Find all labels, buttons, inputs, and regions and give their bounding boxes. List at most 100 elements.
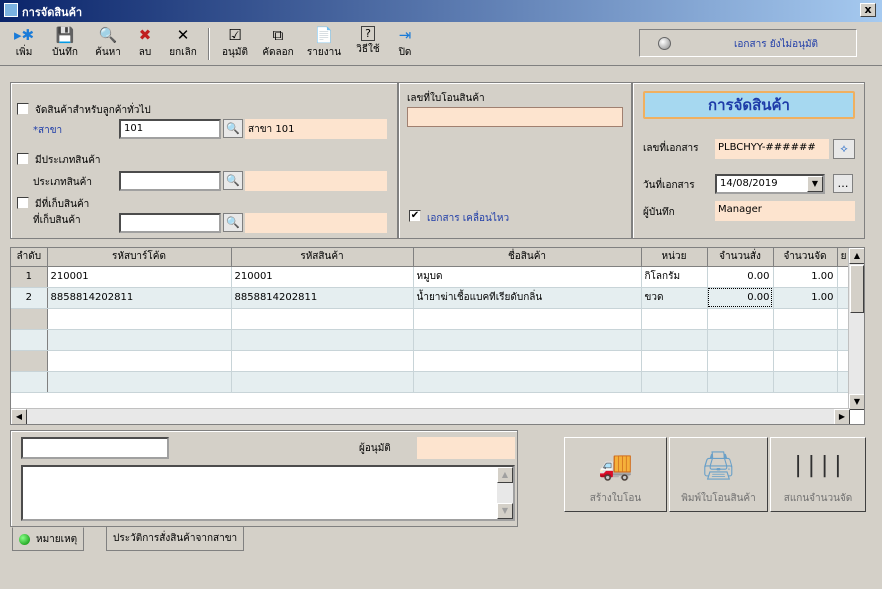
col-header-unit[interactable]: หน่วย: [641, 248, 708, 267]
window-title: การจัดสินค้า: [22, 6, 83, 19]
search-label: ค้นหา: [95, 47, 121, 58]
ordered-cell[interactable]: 0.00: [707, 266, 774, 288]
transfer-no-field[interactable]: [407, 107, 623, 127]
delete-icon: ✖: [138, 26, 152, 44]
print-transfer-button[interactable]: 🖨 พิมพ์ใบโอนสินค้า: [669, 437, 768, 512]
approval-status: เอกสาร ยังไม่อนุมัติ: [639, 29, 857, 57]
notes-search-input[interactable]: [21, 437, 169, 459]
col-header-picked[interactable]: จำนวนจัด: [773, 248, 838, 267]
save-icon: 💾: [55, 26, 75, 44]
delete-button[interactable]: ✖ ลบ: [130, 24, 160, 64]
print-transfer-label: พิมพ์ใบโอนสินค้า: [681, 493, 756, 504]
picked-cell[interactable]: 1.00: [773, 287, 838, 309]
notes-panel: ผู้อนุมัติ ▲ ▼: [10, 430, 518, 527]
product-type-checkbox-label: มีประเภทสินค้า: [35, 155, 101, 166]
col-header-product-code[interactable]: รหัสสินค้า: [231, 248, 414, 267]
doc-no-generate-button[interactable]: ⟡: [833, 139, 855, 159]
scroll-up-icon[interactable]: ▲: [849, 248, 864, 264]
warehouse-checkbox[interactable]: [17, 197, 29, 209]
create-transfer-button[interactable]: 🚚 สร้างใบโอน: [564, 437, 667, 512]
product-code-cell[interactable]: 8858814202811: [231, 287, 414, 309]
unit-cell[interactable]: กิโลกรัม: [641, 266, 708, 288]
row-index: 2: [11, 287, 48, 309]
scan-qty-label: สแกนจำนวนจัด: [783, 493, 853, 504]
date-picker-button[interactable]: …: [833, 174, 853, 193]
page-heading: การจัดสินค้า: [643, 91, 855, 119]
search-icon: 🔍: [226, 216, 240, 229]
cancel-button[interactable]: ✕ ยกเลิก: [162, 24, 204, 64]
warehouse-label: ที่เก็บสินค้า: [33, 215, 81, 226]
warehouse-name: [245, 213, 387, 233]
green-status-icon: [19, 533, 30, 545]
notes-textarea[interactable]: [21, 465, 515, 521]
search-button[interactable]: 🔍 ค้นหา: [90, 24, 126, 64]
vertical-scrollbar[interactable]: ▲ ▼: [848, 248, 864, 410]
product-type-lookup-button[interactable]: 🔍: [223, 171, 243, 190]
report-button[interactable]: 📄 รายงาน: [302, 24, 346, 64]
table-row-empty[interactable]: [11, 329, 851, 351]
binoculars-icon: 🔍: [98, 26, 118, 44]
table-row-empty[interactable]: [11, 371, 851, 393]
scroll-down-icon[interactable]: ▼: [849, 394, 864, 410]
items-grid[interactable]: ลำดับ รหัสบาร์โค้ด รหัสสินค้า ชื่อสินค้า…: [10, 247, 865, 425]
date-dropdown-button[interactable]: ▼: [807, 176, 823, 192]
product-code-cell[interactable]: 210001: [231, 266, 414, 288]
ordered-cell[interactable]: 0.00: [707, 287, 774, 309]
help-button[interactable]: ? วิธีใช้: [350, 24, 386, 64]
approve-label: อนุมัติ: [222, 47, 248, 58]
report-label: รายงาน: [306, 47, 342, 58]
add-button[interactable]: ▸✱ เพิ่ม: [6, 24, 42, 64]
approve-button[interactable]: ☑ อนุมัติ: [216, 24, 254, 64]
horizontal-scrollbar[interactable]: ◀ ▶: [11, 408, 850, 424]
scroll-right-icon[interactable]: ▶: [834, 409, 850, 424]
truck-icon: 🚚: [598, 449, 633, 482]
warehouse-input[interactable]: [119, 213, 221, 233]
tab-notes[interactable]: หมายเหตุ: [12, 527, 85, 551]
product-name-cell[interactable]: หมูบด: [413, 266, 642, 288]
doc-no-field[interactable]: PLBCHYY-######: [715, 139, 829, 159]
table-row[interactable]: 2 8858814202811 8858814202811 น้ำยาฆ่าเช…: [11, 287, 851, 309]
scroll-left-icon[interactable]: ◀: [11, 409, 27, 424]
col-header-ordered[interactable]: จำนวนสั่ง: [707, 248, 774, 267]
barcode-cell[interactable]: 210001: [47, 266, 232, 288]
tab-history[interactable]: ประวัติการสั่งสินค้าจากสาขา: [106, 527, 245, 551]
cancel-icon: ✕: [176, 26, 190, 44]
toolbar-separator: [208, 28, 210, 60]
close-button[interactable]: x: [860, 3, 876, 17]
general-customer-checkbox[interactable]: [17, 103, 29, 115]
product-type-input[interactable]: [119, 171, 221, 191]
help-label: วิธีใช้: [356, 44, 380, 55]
row-index: 1: [11, 266, 48, 288]
scroll-thumb[interactable]: [850, 265, 864, 313]
approver-field: [417, 437, 515, 459]
add-icon: ▸✱: [14, 26, 35, 44]
branch-lookup-button[interactable]: 🔍: [223, 119, 243, 138]
col-header-barcode[interactable]: รหัสบาร์โค้ด: [47, 248, 232, 267]
exit-button[interactable]: ⇥ ปิด: [390, 24, 420, 64]
save-button[interactable]: 💾 บันทึก: [44, 24, 86, 64]
doc-no-label: เลขที่เอกสาร: [643, 143, 699, 154]
scan-qty-button[interactable]: |||| สแกนจำนวนจัด: [770, 437, 866, 512]
table-row[interactable]: 1 210001 210001 หมูบด กิโลกรัม 0.00 1.00: [11, 266, 851, 288]
col-header-index[interactable]: ลำดับ: [11, 248, 48, 267]
branch-label: *สาขา: [33, 125, 63, 136]
barcode-cell[interactable]: 8858814202811: [47, 287, 232, 309]
picked-cell[interactable]: 1.00: [773, 266, 838, 288]
product-name-cell[interactable]: น้ำยาฆ่าเชื้อแบคทีเรียดับกลิ่น: [413, 287, 642, 309]
table-row-empty[interactable]: [11, 350, 851, 372]
warehouse-lookup-button[interactable]: 🔍: [223, 213, 243, 232]
exit-label: ปิด: [398, 47, 412, 58]
moving-doc-checkbox[interactable]: ✔: [409, 210, 421, 222]
copy-button[interactable]: ⧉ คัดลอก: [256, 24, 300, 64]
col-header-product-name[interactable]: ชื่อสินค้า: [413, 248, 642, 267]
unit-cell[interactable]: ขวด: [641, 287, 708, 309]
notes-scroll-down-icon[interactable]: ▼: [497, 503, 513, 519]
notes-scroll-up-icon[interactable]: ▲: [497, 467, 513, 483]
status-led-icon: [658, 37, 671, 50]
recorder-field: Manager: [715, 201, 855, 221]
barcode-icon: ||||: [791, 453, 845, 478]
table-row-empty[interactable]: [11, 308, 851, 330]
product-type-checkbox[interactable]: [17, 153, 29, 165]
notes-scrollbar[interactable]: ▲ ▼: [497, 467, 513, 519]
branch-input[interactable]: 101: [119, 119, 221, 139]
